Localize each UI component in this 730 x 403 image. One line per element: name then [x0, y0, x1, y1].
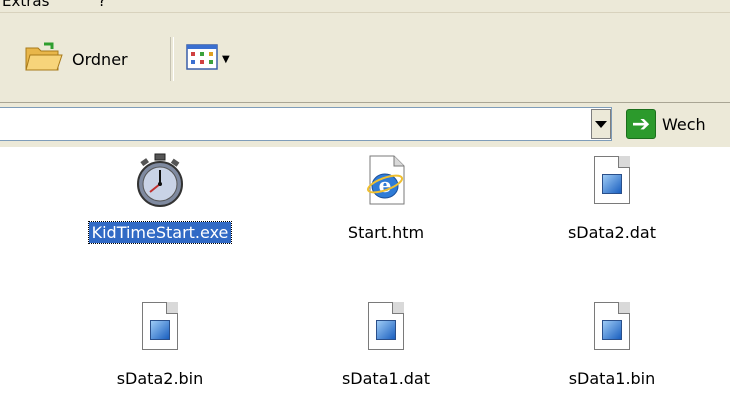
folders-label: Ordner — [72, 49, 128, 69]
toolbar-border — [0, 96, 730, 103]
go-button[interactable]: ➔ Wech — [626, 108, 706, 140]
file-name: KidTimeStart.exe — [87, 221, 233, 244]
chevron-down-icon[interactable]: ▼ — [222, 54, 230, 65]
folders-button[interactable]: Ordner — [24, 39, 128, 79]
folder-icon — [24, 40, 64, 78]
document-icon — [584, 298, 640, 354]
file-item[interactable]: KidTimeStart.exe — [60, 152, 260, 244]
file-name: sData2.dat — [567, 223, 657, 242]
file-name: sData1.dat — [341, 369, 431, 388]
menu-bar: Extras ? — [0, 0, 730, 12]
file-name: sData2.bin — [116, 369, 204, 388]
file-list: KidTimeStart.exe e Start.htm sData2.dat … — [0, 148, 730, 403]
address-dropdown-button[interactable] — [591, 109, 611, 139]
document-icon — [584, 152, 640, 208]
chevron-down-icon — [595, 120, 607, 128]
file-name: sData1.bin — [568, 369, 656, 388]
file-item[interactable]: sData2.bin — [60, 298, 260, 389]
views-grid-icon — [186, 44, 218, 74]
file-name: Start.htm — [347, 223, 425, 242]
document-icon — [132, 298, 188, 354]
toolbar-separator — [170, 37, 174, 81]
address-bar: ➔ Wech — [0, 103, 730, 147]
file-item[interactable]: sData1.dat — [286, 298, 486, 389]
arrow-right-icon: ➔ — [626, 109, 656, 139]
menu-help[interactable]: ? — [98, 0, 106, 10]
toolbar: Ordner ▼ — [0, 12, 730, 99]
ie-document-icon: e — [358, 152, 414, 208]
views-button[interactable]: ▼ — [186, 39, 230, 79]
go-label: Wech — [662, 114, 706, 134]
menu-extras[interactable]: Extras — [2, 0, 49, 10]
file-item[interactable]: sData1.bin — [512, 298, 712, 389]
file-item[interactable]: sData2.dat — [512, 152, 712, 243]
document-icon — [358, 298, 414, 354]
file-item[interactable]: e Start.htm — [286, 152, 486, 243]
address-input[interactable] — [0, 107, 612, 141]
stopwatch-icon — [132, 152, 188, 208]
